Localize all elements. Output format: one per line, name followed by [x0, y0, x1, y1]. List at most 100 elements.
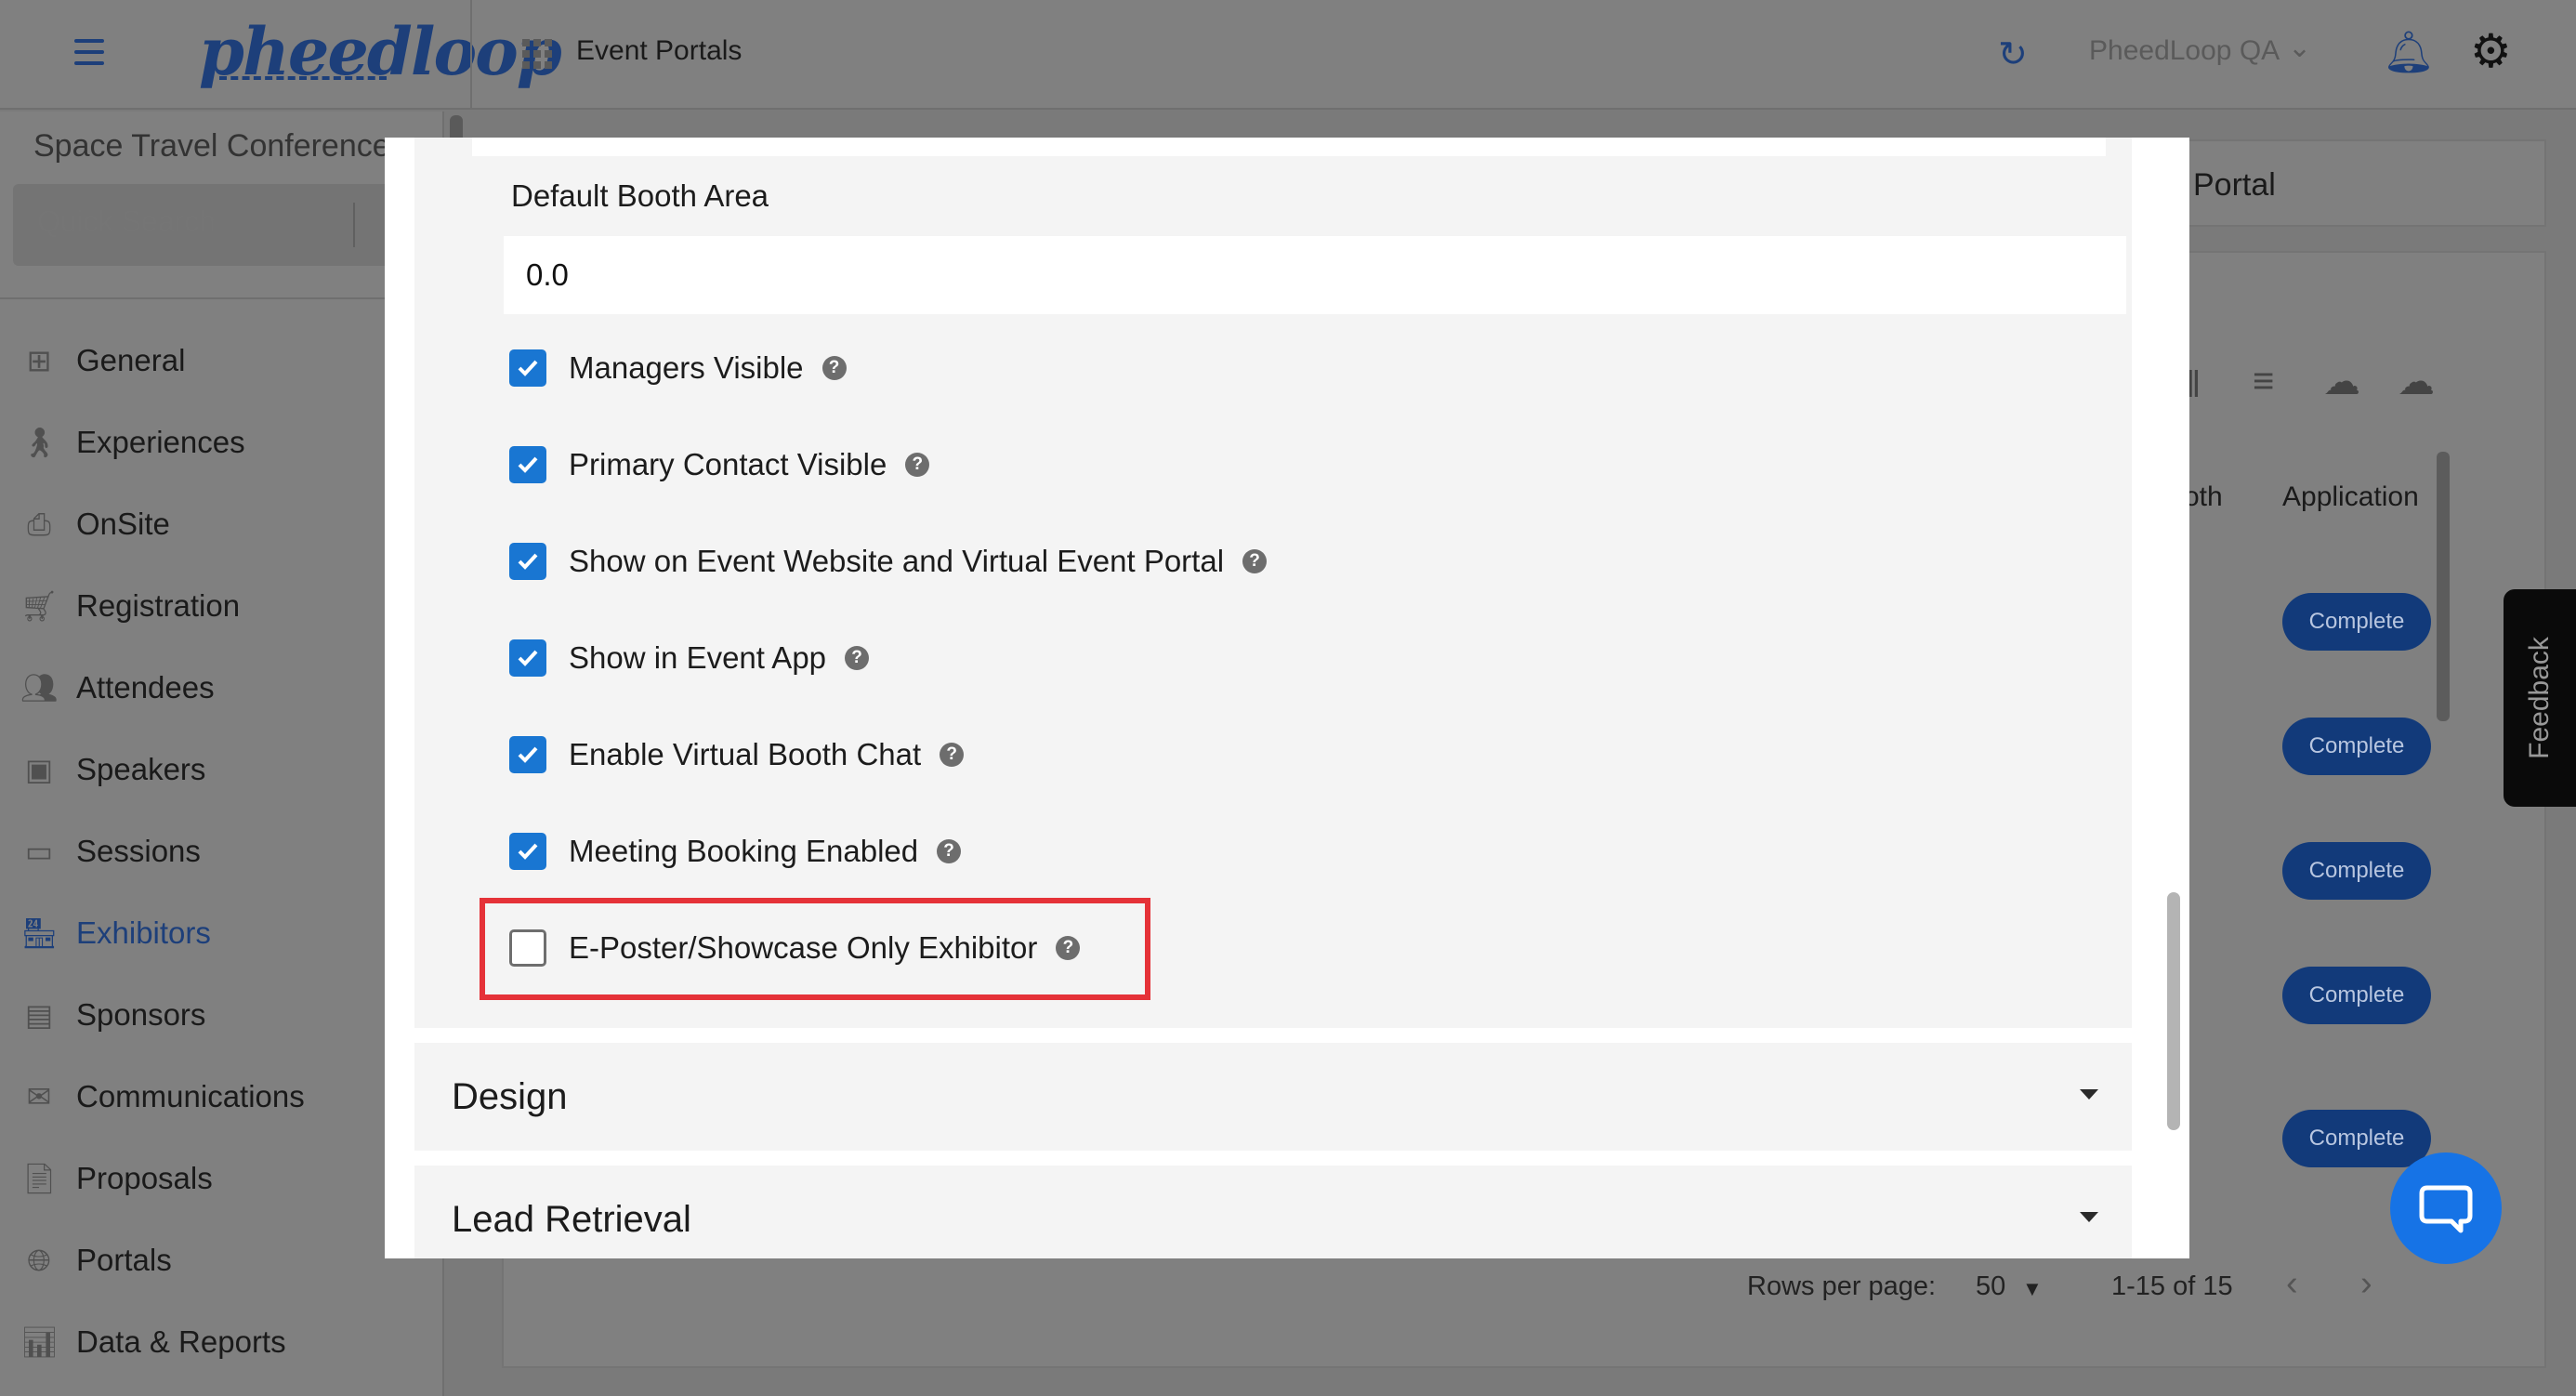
sidebar-item-portals[interactable]: 🌐︎ Portals — [0, 1219, 444, 1301]
checkbox-checked[interactable] — [509, 349, 546, 387]
status-complete-button[interactable]: Complete — [2282, 967, 2431, 1024]
sidebar-item-sessions[interactable]: ▭ Sessions — [0, 810, 444, 892]
caret-down-icon[interactable]: ▼ — [2022, 1277, 2043, 1301]
sidebar-item-registration[interactable]: 🛒︎ Registration — [0, 565, 444, 647]
gear-icon[interactable]: ⚙ — [2470, 24, 2512, 78]
sidebar-item-exhibitors[interactable]: 🏪︎ Exhibitors — [0, 892, 444, 974]
option-primary-contact-visible[interactable]: Primary Contact Visible ? — [509, 437, 930, 493]
sidebar-item-label: Exhibitors — [76, 915, 211, 950]
help-icon[interactable]: ? — [940, 743, 965, 767]
rows-per-page-select[interactable]: 50 — [1976, 1271, 2005, 1302]
status-complete-button[interactable]: Complete — [2282, 718, 2431, 775]
refresh-icon[interactable]: ↻ — [1998, 33, 2028, 75]
sidebar-item-label: Data & Reports — [76, 1324, 286, 1359]
column-header-booth[interactable]: oth — [2184, 481, 2223, 513]
panel-divider — [472, 138, 2106, 156]
chat-support-button[interactable] — [2390, 1152, 2502, 1264]
help-icon[interactable]: ? — [845, 646, 870, 670]
chat-icon — [2419, 1185, 2473, 1233]
tab-portal-label: Portal — [2193, 167, 2276, 203]
sidebar-item-label: Portals — [76, 1243, 172, 1277]
person-icon: 🚶︎ — [20, 426, 59, 459]
option-meeting-booking-enabled[interactable]: Meeting Booking Enabled ? — [509, 823, 962, 879]
topbar-divider — [470, 0, 472, 110]
option-show-in-event-app[interactable]: Show in Event App ? — [509, 630, 870, 686]
feedback-tab[interactable]: Feedback — [2504, 589, 2576, 807]
checkbox-checked[interactable] — [509, 833, 546, 870]
sidebar-item-label: Sessions — [76, 834, 201, 868]
filter-icon[interactable]: ≡ — [2253, 361, 2274, 402]
check-icon — [518, 360, 538, 376]
sidebar-item-communications[interactable]: ✉ Communications — [0, 1056, 444, 1138]
store-icon: 🏪︎ — [20, 916, 59, 950]
org-selector[interactable]: PheedLoop QA — [2089, 35, 2280, 67]
help-icon[interactable]: ? — [937, 839, 962, 863]
accordion-design[interactable]: Design — [414, 1043, 2132, 1151]
document-icon: 📄︎ — [20, 1162, 59, 1195]
logo-underline — [219, 76, 387, 80]
people-icon: 👥︎ — [20, 671, 59, 705]
sidebar-item-onsite[interactable]: ⎙ OnSite — [0, 483, 444, 565]
sidebar: Space Travel Conference ⊞ General 🚶︎ Exper… — [0, 112, 444, 1396]
checkbox-checked[interactable] — [509, 736, 546, 773]
badge-icon: ▤ — [24, 998, 54, 1032]
next-page-icon[interactable]: › — [2360, 1264, 2372, 1304]
status-complete-button[interactable]: Complete — [2282, 842, 2431, 900]
checkbox-checked[interactable] — [509, 543, 546, 580]
help-icon[interactable]: ? — [821, 356, 847, 380]
sidebar-item-sponsors[interactable]: ▤ Sponsors — [0, 974, 444, 1056]
tab-portal[interactable]: Portal — [2137, 139, 2546, 227]
caret-down-icon — [2080, 1089, 2098, 1100]
checkbox-checked[interactable] — [509, 446, 546, 483]
sidebar-item-label: Speakers — [76, 752, 206, 786]
help-icon[interactable]: ? — [1242, 549, 1268, 573]
globe-icon: 🌐︎ — [27, 1244, 51, 1277]
modal-scrollbar[interactable] — [2167, 892, 2180, 1130]
search-input[interactable] — [37, 204, 344, 239]
sidebar-item-general[interactable]: ⊞ General — [0, 320, 444, 402]
sidebar-item-attendees[interactable]: 👥︎ Attendees — [0, 647, 444, 729]
top-bar: pheedloop Event Portals ↻ PheedLoop QA ⌄… — [0, 0, 2576, 110]
column-header-application[interactable]: Application — [2282, 481, 2419, 513]
status-complete-button[interactable]: Complete — [2282, 1110, 2431, 1167]
settings-panel: Default Booth Area Managers Visible ? Pr… — [414, 138, 2132, 1028]
help-icon[interactable]: ? — [905, 453, 930, 477]
chart-icon: 📊︎ — [20, 1325, 59, 1359]
option-managers-visible[interactable]: Managers Visible ? — [509, 340, 847, 396]
check-icon — [518, 843, 538, 860]
sidebar-item-label: Proposals — [76, 1161, 213, 1195]
search-separator — [353, 203, 355, 247]
cloud-upload-icon[interactable]: ☁ — [2398, 361, 2435, 403]
option-label: Show on Event Website and Virtual Event … — [569, 544, 1225, 578]
sidebar-item-data-reports[interactable]: 📊︎ Data & Reports — [0, 1301, 444, 1383]
bell-icon[interactable]: 🔔︎ — [2383, 28, 2435, 76]
option-label: Primary Contact Visible — [569, 447, 887, 481]
menu-icon[interactable] — [74, 39, 104, 65]
sidebar-item-label: Attendees — [76, 670, 215, 705]
laptop-icon: ▭ — [24, 835, 54, 868]
caret-down-icon — [2080, 1212, 2098, 1222]
table-scrollbar[interactable] — [2437, 452, 2450, 721]
sidebar-item-proposals[interactable]: 📄︎ Proposals — [0, 1138, 444, 1219]
status-complete-button[interactable]: Complete — [2282, 593, 2431, 651]
check-icon — [518, 456, 538, 473]
highlight-annotation — [480, 898, 1150, 1000]
apps-grid-icon[interactable] — [522, 39, 552, 69]
rows-per-page-label: Rows per page: — [1747, 1271, 1937, 1301]
option-enable-virtual-booth-chat[interactable]: Enable Virtual Booth Chat ? — [509, 727, 965, 783]
accordion-lead-retrieval[interactable]: Lead Retrieval — [414, 1166, 2132, 1258]
option-show-on-event-website[interactable]: Show on Event Website and Virtual Event … — [509, 533, 1268, 589]
feedback-label: Feedback — [2524, 637, 2555, 759]
check-icon — [518, 746, 538, 763]
previous-page-icon[interactable]: ‹ — [2286, 1264, 2298, 1304]
check-icon — [518, 650, 538, 666]
quick-search[interactable] — [13, 184, 403, 266]
option-label: Meeting Booking Enabled — [569, 834, 919, 868]
sidebar-item-speakers[interactable]: ▣ Speakers — [0, 729, 444, 810]
chevron-down-icon[interactable]: ⌄ — [2288, 32, 2311, 64]
checkbox-checked[interactable] — [509, 639, 546, 677]
cloud-download-icon[interactable]: ☁ — [2323, 361, 2360, 403]
sidebar-item-experiences[interactable]: 🚶︎ Experiences — [0, 402, 444, 483]
sidebar-item-label: Experiences — [76, 425, 245, 459]
default-booth-area-input[interactable] — [504, 236, 2126, 314]
